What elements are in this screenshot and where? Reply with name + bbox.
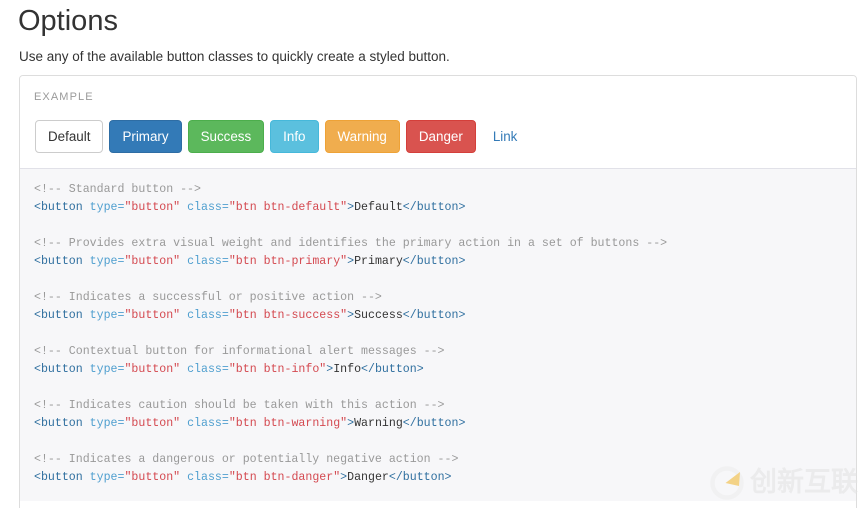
code-attr-name: type=: [83, 471, 125, 484]
code-attr-value: "btn btn-info": [229, 363, 326, 376]
example-label: EXAMPLE: [34, 91, 94, 104]
code-inner-text: Default: [354, 201, 403, 214]
code-attr-name: class=: [180, 471, 229, 484]
code-attr-value: "btn btn-danger": [229, 471, 340, 484]
example-card: EXAMPLE Default Primary Success Info War…: [19, 75, 857, 508]
code-tag-close: </button>: [403, 309, 466, 322]
code-inner-text: Primary: [354, 255, 403, 268]
code-tag-open: <button: [34, 255, 83, 268]
code-attr-name: type=: [83, 417, 125, 430]
code-tag-close: </button>: [403, 255, 466, 268]
code-tag-close: </button>: [403, 417, 466, 430]
code-comment: <!-- Indicates a dangerous or potentiall…: [34, 453, 458, 466]
success-button[interactable]: Success: [188, 120, 265, 153]
code-inner-text: Success: [354, 309, 403, 322]
code-attr-value: "button": [124, 471, 180, 484]
code-comment: <!-- Indicates a successful or positive …: [34, 291, 382, 304]
code-tag-open: <button: [34, 201, 83, 214]
code-attr-value: "button": [124, 363, 180, 376]
example-preview-area: EXAMPLE Default Primary Success Info War…: [20, 76, 856, 168]
code-attr-name: class=: [180, 363, 229, 376]
code-attr-name: type=: [83, 363, 125, 376]
code-attr-name: type=: [83, 255, 125, 268]
code-comment: <!-- Provides extra visual weight and id…: [34, 237, 667, 250]
warning-button[interactable]: Warning: [325, 120, 400, 153]
default-button[interactable]: Default: [35, 120, 103, 153]
code-attr-name: type=: [83, 309, 125, 322]
code-tag-open: <button: [34, 363, 83, 376]
code-example-block: <!-- Standard button --> <button type="b…: [20, 168, 856, 501]
code-tag-close: </button>: [403, 201, 466, 214]
code-listing: <!-- Standard button --> <button type="b…: [34, 181, 842, 487]
code-attr-value: "btn btn-default": [229, 201, 347, 214]
code-attr-value: "btn btn-success": [229, 309, 347, 322]
code-attr-value: "button": [124, 417, 180, 430]
code-attr-name: type=: [83, 201, 125, 214]
code-attr-value: "btn btn-primary": [229, 255, 347, 268]
code-tag-close: </button>: [389, 471, 452, 484]
code-tag-open: <button: [34, 417, 83, 430]
code-attr-value: "button": [124, 201, 180, 214]
code-comment: <!-- Contextual button for informational…: [34, 345, 445, 358]
code-comment: <!-- Indicates caution should be taken w…: [34, 399, 445, 412]
code-tag-open: <button: [34, 309, 83, 322]
code-attr-name: class=: [180, 255, 229, 268]
page-root: Options Use any of the available button …: [0, 0, 868, 508]
code-attr-value: "button": [124, 309, 180, 322]
code-tag-close: </button>: [361, 363, 424, 376]
code-inner-text: Danger: [347, 471, 389, 484]
info-button[interactable]: Info: [270, 120, 318, 153]
code-tag-open: <button: [34, 471, 83, 484]
code-attr-value: "button": [124, 255, 180, 268]
page-title: Options: [18, 2, 118, 40]
code-attr-name: class=: [180, 417, 229, 430]
button-group: Default Primary Success Info Warning Dan…: [34, 119, 842, 153]
primary-button[interactable]: Primary: [109, 120, 181, 153]
code-inner-text: Warning: [354, 417, 403, 430]
link-button[interactable]: Link: [482, 120, 531, 153]
code-comment: <!-- Standard button -->: [34, 183, 201, 196]
code-attr-name: class=: [180, 201, 229, 214]
page-description: Use any of the available button classes …: [19, 47, 450, 66]
code-attr-name: class=: [180, 309, 229, 322]
code-inner-text: Info: [333, 363, 361, 376]
danger-button[interactable]: Danger: [406, 120, 476, 153]
code-attr-value: "btn btn-warning": [229, 417, 347, 430]
